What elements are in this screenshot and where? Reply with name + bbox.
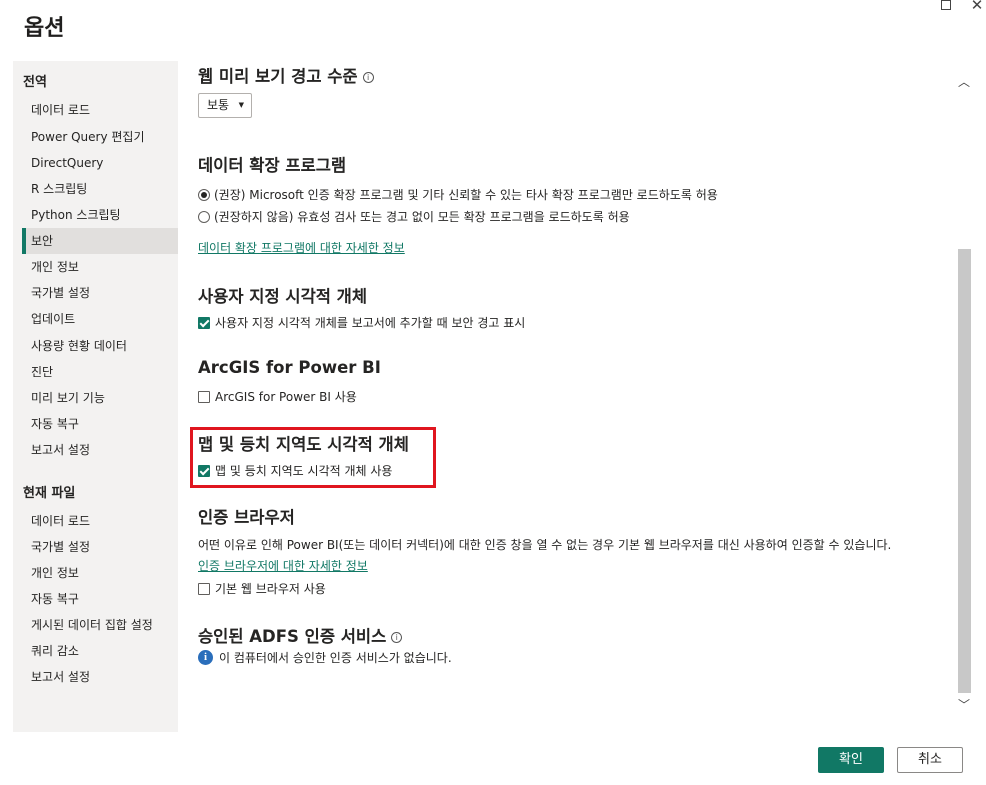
arcgis-checkbox-row[interactable]: ArcGIS for Power BI 사용: [198, 388, 357, 405]
web-preview-title-text: 웹 미리 보기 경고 수준: [198, 67, 358, 86]
info-icon[interactable]: i: [391, 632, 403, 643]
sidebar-item-file-auto-recovery[interactable]: 자동 복구: [22, 586, 178, 612]
scroll-down-arrow[interactable]: ﹀: [956, 696, 972, 714]
sidebar-item-file-data-load[interactable]: 데이터 로드: [22, 508, 178, 534]
adfs-message-row: i 이 컴퓨터에서 승인한 인증 서비스가 없습니다.: [198, 649, 452, 666]
sidebar-heading-current-file: 현재 파일: [23, 486, 76, 501]
custom-visuals-checkbox[interactable]: [198, 316, 210, 329]
sidebar-item-regional-settings[interactable]: 국가별 설정: [22, 280, 178, 306]
ok-button[interactable]: 확인: [818, 747, 884, 773]
sidebar-item-report-settings[interactable]: 보고서 설정: [22, 437, 178, 463]
sidebar-heading-global: 전역: [23, 75, 47, 90]
close-icon: ✕: [970, 0, 984, 14]
vertical-scrollbar[interactable]: ︿ ﹀: [956, 61, 972, 721]
sidebar-item-file-privacy[interactable]: 개인 정보: [22, 560, 178, 586]
scroll-up-arrow[interactable]: ︿: [956, 73, 972, 91]
settings-content: 웹 미리 보기 경고 수준 i 보통 ▼ 데이터 확장 프로그램 (권장) Mic…: [178, 61, 956, 721]
warning-level-dropdown[interactable]: 보통 ▼: [198, 93, 252, 118]
sidebar-item-preview-features[interactable]: 미리 보기 기능: [22, 385, 178, 411]
sidebar-item-r-scripting[interactable]: R 스크립팅: [22, 176, 178, 202]
arcgis-title: ArcGIS for Power BI: [198, 358, 381, 377]
info-icon[interactable]: i: [362, 72, 374, 83]
sidebar-item-updates[interactable]: 업데이트: [22, 306, 178, 332]
sidebar-item-file-report-settings[interactable]: 보고서 설정: [22, 664, 178, 690]
sidebar-item-power-query-editor[interactable]: Power Query 편집기: [22, 124, 178, 150]
sidebar-item-security[interactable]: 보안: [22, 228, 178, 254]
data-extensions-learn-more-link[interactable]: 데이터 확장 프로그램에 대한 자세한 정보: [198, 239, 405, 256]
scroll-thumb[interactable]: [958, 249, 971, 693]
adfs-message: 이 컴퓨터에서 승인한 인증 서비스가 없습니다.: [219, 651, 452, 665]
maximize-button[interactable]: [938, 0, 954, 12]
sidebar-item-file-regional-settings[interactable]: 국가별 설정: [22, 534, 178, 560]
cancel-button[interactable]: 취소: [897, 747, 963, 773]
sidebar-item-python-scripting[interactable]: Python 스크립팅: [22, 202, 178, 228]
chevron-down-icon: ▼: [238, 101, 244, 109]
custom-visuals-title: 사용자 지정 시각적 개체: [198, 287, 368, 306]
custom-visuals-checkbox-label: 사용자 지정 시각적 개체를 보고서에 추가할 때 보안 경고 표시: [215, 316, 526, 330]
maximize-icon: [941, 0, 951, 10]
default-browser-checkbox-label: 기본 웹 브라우저 사용: [215, 582, 326, 596]
dialog-title: 옵션: [24, 16, 65, 41]
sidebar-item-file-published-dataset[interactable]: 게시된 데이터 집합 설정: [22, 612, 178, 638]
auth-browser-title: 인증 브라우저: [198, 508, 295, 527]
data-extensions-title: 데이터 확장 프로그램: [198, 156, 347, 175]
info-filled-icon: i: [198, 650, 213, 665]
sidebar-item-auto-recovery[interactable]: 자동 복구: [22, 411, 178, 437]
radio-not-recommended-row[interactable]: (권장하지 않음) 유효성 검사 또는 경고 없이 모든 확장 프로그램을 로드…: [198, 208, 630, 225]
sidebar-item-data-load[interactable]: 데이터 로드: [22, 97, 178, 123]
sidebar-item-privacy[interactable]: 개인 정보: [22, 254, 178, 280]
radio-not-recommended-label: (권장하지 않음) 유효성 검사 또는 경고 없이 모든 확장 프로그램을 로드…: [214, 210, 630, 224]
custom-visuals-checkbox-row[interactable]: 사용자 지정 시각적 개체를 보고서에 추가할 때 보안 경고 표시: [198, 314, 525, 331]
highlight-box: [190, 427, 436, 488]
radio-recommended[interactable]: [198, 188, 210, 201]
radio-recommended-row[interactable]: (권장) Microsoft 인증 확장 프로그램 및 기타 신뢰할 수 있는 …: [198, 186, 718, 203]
web-preview-section-title: 웹 미리 보기 경고 수준 i: [198, 63, 374, 87]
radio-not-recommended[interactable]: [198, 210, 210, 223]
default-browser-checkbox[interactable]: [198, 582, 210, 595]
default-browser-checkbox-row[interactable]: 기본 웹 브라우저 사용: [198, 580, 326, 597]
sidebar-item-directquery[interactable]: DirectQuery: [22, 150, 178, 176]
sidebar-item-diagnostics[interactable]: 진단: [22, 359, 178, 385]
sidebar: 전역 데이터 로드 Power Query 편집기 DirectQuery R …: [13, 61, 178, 732]
sidebar-item-usage-data[interactable]: 사용량 현황 데이터: [22, 333, 178, 359]
dropdown-value: 보통: [207, 98, 230, 112]
adfs-title-text: 승인된 ADFS 인증 서비스: [198, 627, 387, 646]
arcgis-checkbox-label: ArcGIS for Power BI 사용: [215, 390, 357, 404]
auth-browser-learn-more-link[interactable]: 인증 브라우저에 대한 자세한 정보: [198, 557, 368, 574]
arcgis-checkbox[interactable]: [198, 390, 210, 403]
radio-recommended-label: (권장) Microsoft 인증 확장 프로그램 및 기타 신뢰할 수 있는 …: [214, 188, 718, 202]
sidebar-item-file-query-reduction[interactable]: 쿼리 감소: [22, 638, 178, 664]
adfs-section-title: 승인된 ADFS 인증 서비스 i: [198, 623, 403, 647]
close-button[interactable]: ✕: [969, 0, 985, 14]
auth-browser-description: 어떤 이유로 인해 Power BI(또는 데이터 커넥터)에 대한 인증 창을…: [198, 538, 892, 552]
